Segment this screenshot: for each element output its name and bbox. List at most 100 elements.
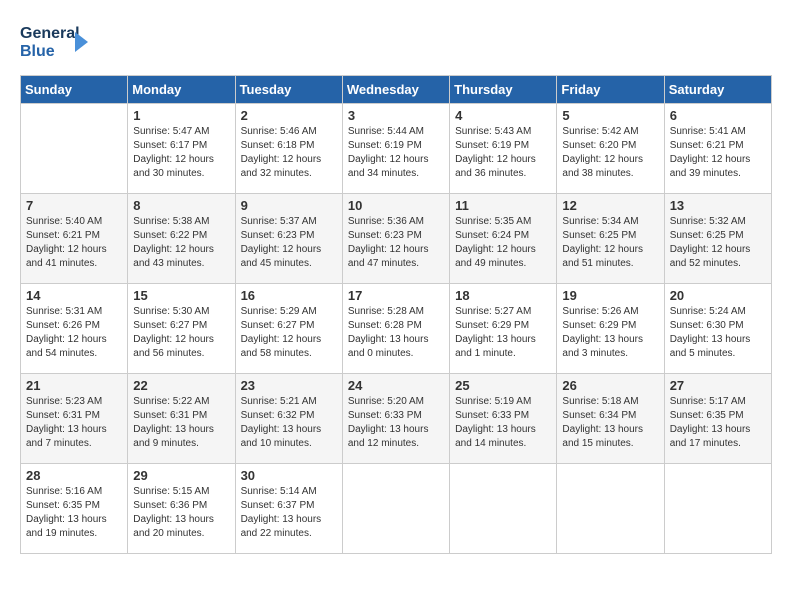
day-number: 5 xyxy=(562,108,658,123)
day-number: 16 xyxy=(241,288,337,303)
day-number: 19 xyxy=(562,288,658,303)
cell-content: Sunrise: 5:27 AM Sunset: 6:29 PM Dayligh… xyxy=(455,305,551,361)
day-header-thursday: Thursday xyxy=(450,76,557,104)
day-number: 28 xyxy=(26,468,122,483)
cell-content: Sunrise: 5:14 AM Sunset: 6:37 PM Dayligh… xyxy=(241,485,337,541)
day-number: 8 xyxy=(133,198,229,213)
cell-content: Sunrise: 5:47 AM Sunset: 6:17 PM Dayligh… xyxy=(133,125,229,181)
cell-content: Sunrise: 5:40 AM Sunset: 6:21 PM Dayligh… xyxy=(26,215,122,271)
calendar-cell: 19 Sunrise: 5:26 AM Sunset: 6:29 PM Dayli… xyxy=(557,284,664,374)
day-header-wednesday: Wednesday xyxy=(342,76,449,104)
calendar-cell: 21Sunrise: 5:23 AM Sunset: 6:31 PM Dayli… xyxy=(21,374,128,464)
calendar-cell: 29 Sunrise: 5:15 AM Sunset: 6:36 PM Dayli… xyxy=(128,464,235,554)
cell-content: Sunrise: 5:18 AM Sunset: 6:34 PM Dayligh… xyxy=(562,395,658,451)
calendar-cell: 17 Sunrise: 5:28 AM Sunset: 6:28 PM Dayli… xyxy=(342,284,449,374)
day-number: 11 xyxy=(455,198,551,213)
calendar-cell: 4 Sunrise: 5:43 AM Sunset: 6:19 PM Daylig… xyxy=(450,104,557,194)
day-number: 6 xyxy=(670,108,766,123)
cell-content: Sunrise: 5:32 AM Sunset: 6:25 PM Dayligh… xyxy=(670,215,766,271)
cell-content: Sunrise: 5:37 AM Sunset: 6:23 PM Dayligh… xyxy=(241,215,337,271)
calendar-cell: 15Sunrise: 5:30 AM Sunset: 6:27 PM Dayli… xyxy=(128,284,235,374)
week-row-4: 21Sunrise: 5:23 AM Sunset: 6:31 PM Dayli… xyxy=(21,374,772,464)
day-number: 3 xyxy=(348,108,444,123)
logo: GeneralBlue xyxy=(20,20,90,65)
cell-content: Sunrise: 5:31 AM Sunset: 6:26 PM Dayligh… xyxy=(26,305,122,361)
day-number: 20 xyxy=(670,288,766,303)
calendar-cell: 26 Sunrise: 5:18 AM Sunset: 6:34 PM Dayli… xyxy=(557,374,664,464)
day-number: 18 xyxy=(455,288,551,303)
cell-content: Sunrise: 5:15 AM Sunset: 6:36 PM Dayligh… xyxy=(133,485,229,541)
cell-content: Sunrise: 5:21 AM Sunset: 6:32 PM Dayligh… xyxy=(241,395,337,451)
calendar-cell xyxy=(21,104,128,194)
day-header-saturday: Saturday xyxy=(664,76,771,104)
day-number: 25 xyxy=(455,378,551,393)
day-number: 17 xyxy=(348,288,444,303)
calendar-cell xyxy=(450,464,557,554)
day-number: 4 xyxy=(455,108,551,123)
calendar-cell: 27 Sunrise: 5:17 AM Sunset: 6:35 PM Dayli… xyxy=(664,374,771,464)
calendar-cell: 1Sunrise: 5:47 AM Sunset: 6:17 PM Daylig… xyxy=(128,104,235,194)
day-number: 12 xyxy=(562,198,658,213)
cell-content: Sunrise: 5:29 AM Sunset: 6:27 PM Dayligh… xyxy=(241,305,337,361)
cell-content: Sunrise: 5:46 AM Sunset: 6:18 PM Dayligh… xyxy=(241,125,337,181)
logo-svg: GeneralBlue xyxy=(20,20,90,65)
calendar-cell xyxy=(342,464,449,554)
day-number: 21 xyxy=(26,378,122,393)
cell-content: Sunrise: 5:42 AM Sunset: 6:20 PM Dayligh… xyxy=(562,125,658,181)
calendar-cell: 25 Sunrise: 5:19 AM Sunset: 6:33 PM Dayli… xyxy=(450,374,557,464)
day-number: 10 xyxy=(348,198,444,213)
day-header-sunday: Sunday xyxy=(21,76,128,104)
day-header-monday: Monday xyxy=(128,76,235,104)
cell-content: Sunrise: 5:34 AM Sunset: 6:25 PM Dayligh… xyxy=(562,215,658,271)
day-number: 26 xyxy=(562,378,658,393)
day-header-tuesday: Tuesday xyxy=(235,76,342,104)
calendar-cell: 28 Sunrise: 5:16 AM Sunset: 6:35 PM Dayli… xyxy=(21,464,128,554)
cell-content: Sunrise: 5:43 AM Sunset: 6:19 PM Dayligh… xyxy=(455,125,551,181)
cell-content: Sunrise: 5:16 AM Sunset: 6:35 PM Dayligh… xyxy=(26,485,122,541)
cell-content: Sunrise: 5:24 AM Sunset: 6:30 PM Dayligh… xyxy=(670,305,766,361)
page-header: GeneralBlue xyxy=(20,20,772,65)
week-row-1: 1Sunrise: 5:47 AM Sunset: 6:17 PM Daylig… xyxy=(21,104,772,194)
cell-content: Sunrise: 5:36 AM Sunset: 6:23 PM Dayligh… xyxy=(348,215,444,271)
day-number: 29 xyxy=(133,468,229,483)
svg-text:Blue: Blue xyxy=(20,43,55,60)
day-number: 23 xyxy=(241,378,337,393)
week-row-3: 14 Sunrise: 5:31 AM Sunset: 6:26 PM Dayli… xyxy=(21,284,772,374)
cell-content: Sunrise: 5:17 AM Sunset: 6:35 PM Dayligh… xyxy=(670,395,766,451)
calendar-cell: 30 Sunrise: 5:14 AM Sunset: 6:37 PM Dayli… xyxy=(235,464,342,554)
header-row: SundayMondayTuesdayWednesdayThursdayFrid… xyxy=(21,76,772,104)
day-number: 27 xyxy=(670,378,766,393)
calendar-cell: 24 Sunrise: 5:20 AM Sunset: 6:33 PM Dayli… xyxy=(342,374,449,464)
calendar-cell: 6 Sunrise: 5:41 AM Sunset: 6:21 PM Daylig… xyxy=(664,104,771,194)
cell-content: Sunrise: 5:41 AM Sunset: 6:21 PM Dayligh… xyxy=(670,125,766,181)
day-number: 30 xyxy=(241,468,337,483)
calendar-cell: 20 Sunrise: 5:24 AM Sunset: 6:30 PM Dayli… xyxy=(664,284,771,374)
cell-content: Sunrise: 5:35 AM Sunset: 6:24 PM Dayligh… xyxy=(455,215,551,271)
calendar-cell: 13Sunrise: 5:32 AM Sunset: 6:25 PM Dayli… xyxy=(664,194,771,284)
calendar-cell: 10 Sunrise: 5:36 AM Sunset: 6:23 PM Dayli… xyxy=(342,194,449,284)
cell-content: Sunrise: 5:20 AM Sunset: 6:33 PM Dayligh… xyxy=(348,395,444,451)
calendar-cell: 18 Sunrise: 5:27 AM Sunset: 6:29 PM Dayli… xyxy=(450,284,557,374)
cell-content: Sunrise: 5:44 AM Sunset: 6:19 PM Dayligh… xyxy=(348,125,444,181)
day-number: 9 xyxy=(241,198,337,213)
day-number: 14 xyxy=(26,288,122,303)
calendar-cell: 8Sunrise: 5:38 AM Sunset: 6:22 PM Daylig… xyxy=(128,194,235,284)
calendar-cell xyxy=(664,464,771,554)
calendar-cell: 23 Sunrise: 5:21 AM Sunset: 6:32 PM Dayli… xyxy=(235,374,342,464)
calendar-cell: 11 Sunrise: 5:35 AM Sunset: 6:24 PM Dayli… xyxy=(450,194,557,284)
cell-content: Sunrise: 5:30 AM Sunset: 6:27 PM Dayligh… xyxy=(133,305,229,361)
calendar-cell: 9 Sunrise: 5:37 AM Sunset: 6:23 PM Daylig… xyxy=(235,194,342,284)
cell-content: Sunrise: 5:26 AM Sunset: 6:29 PM Dayligh… xyxy=(562,305,658,361)
cell-content: Sunrise: 5:22 AM Sunset: 6:31 PM Dayligh… xyxy=(133,395,229,451)
day-number: 7 xyxy=(26,198,122,213)
day-number: 24 xyxy=(348,378,444,393)
calendar-cell: 2 Sunrise: 5:46 AM Sunset: 6:18 PM Daylig… xyxy=(235,104,342,194)
calendar-cell: 22Sunrise: 5:22 AM Sunset: 6:31 PM Dayli… xyxy=(128,374,235,464)
day-number: 2 xyxy=(241,108,337,123)
calendar-cell: 16 Sunrise: 5:29 AM Sunset: 6:27 PM Dayli… xyxy=(235,284,342,374)
cell-content: Sunrise: 5:28 AM Sunset: 6:28 PM Dayligh… xyxy=(348,305,444,361)
cell-content: Sunrise: 5:19 AM Sunset: 6:33 PM Dayligh… xyxy=(455,395,551,451)
calendar-table: SundayMondayTuesdayWednesdayThursdayFrid… xyxy=(20,75,772,554)
calendar-cell: 7 Sunrise: 5:40 AM Sunset: 6:21 PM Daylig… xyxy=(21,194,128,284)
calendar-cell: 12 Sunrise: 5:34 AM Sunset: 6:25 PM Dayli… xyxy=(557,194,664,284)
